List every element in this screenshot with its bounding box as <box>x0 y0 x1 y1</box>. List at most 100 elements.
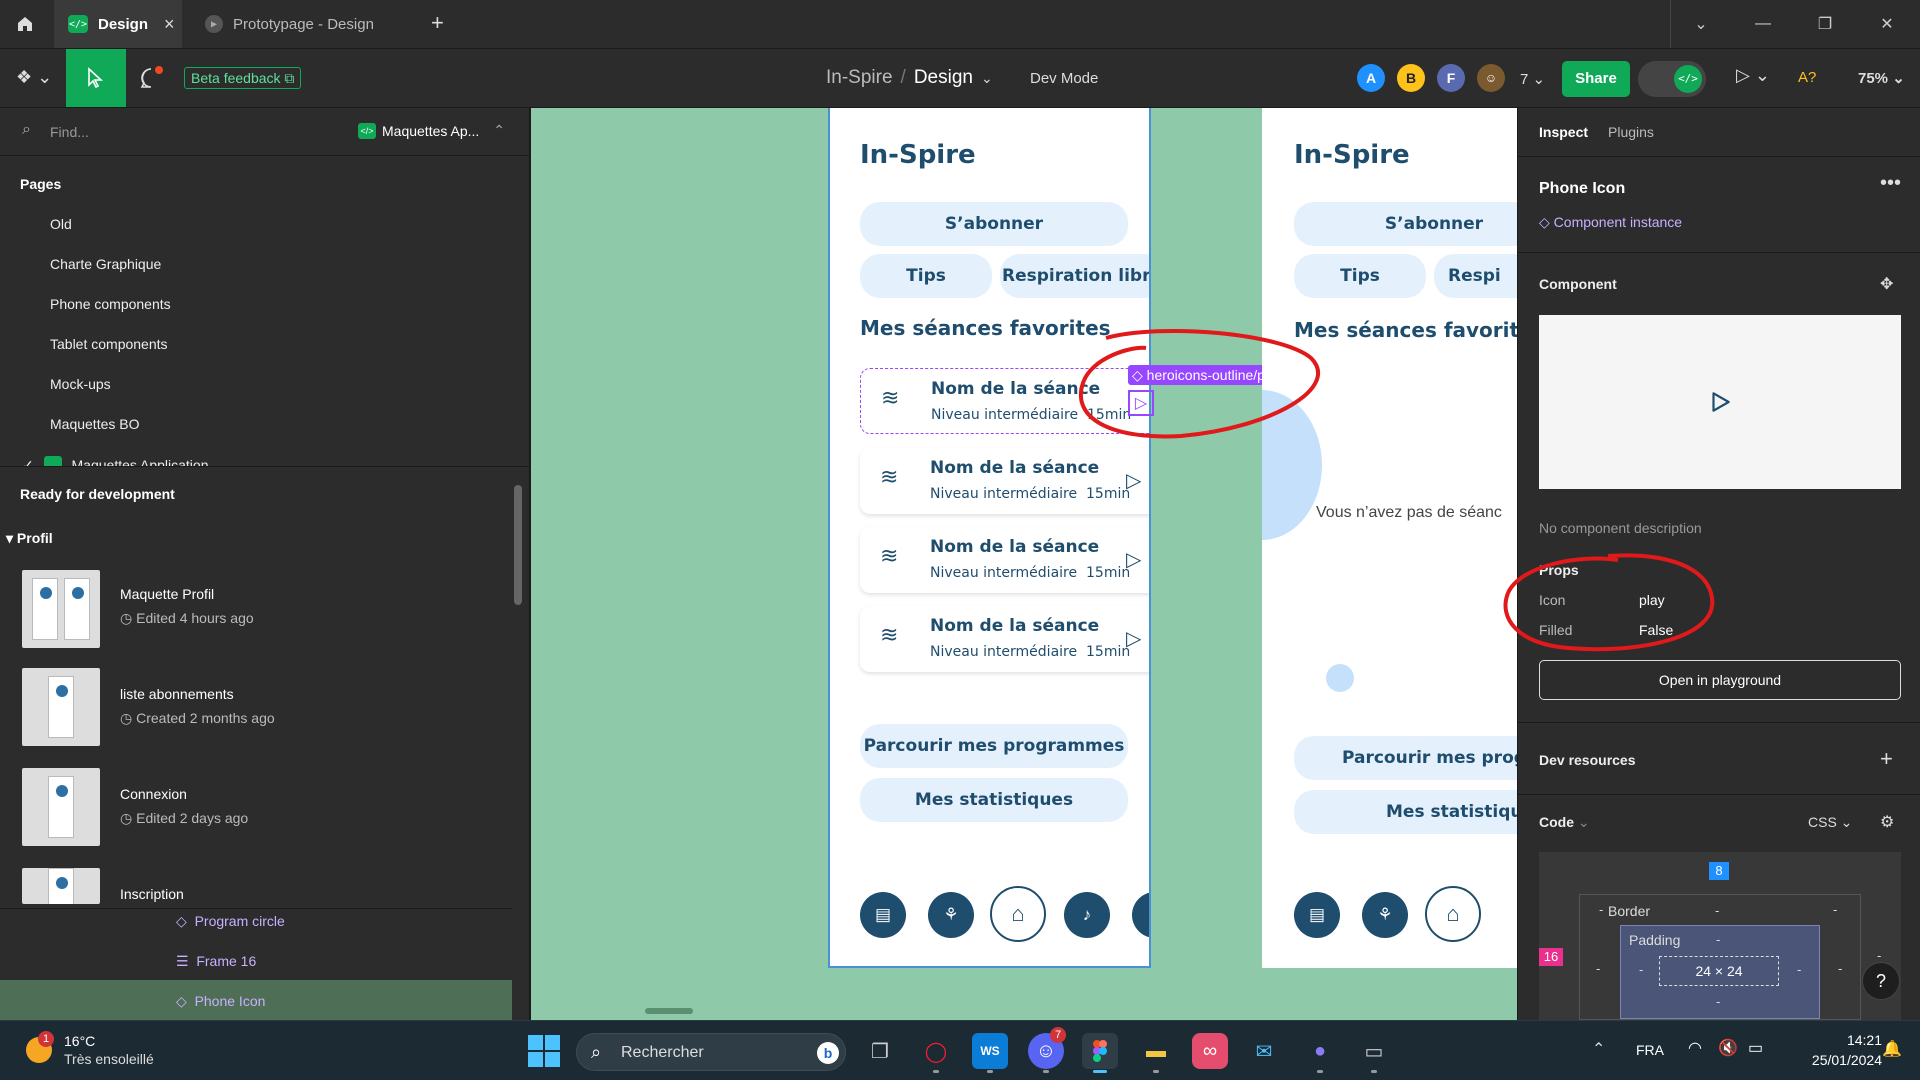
layer-item[interactable]: ☰ Frame 16 <box>176 953 256 970</box>
opera-icon[interactable]: ◯ <box>918 1033 954 1073</box>
figma-icon[interactable] <box>1082 1033 1118 1073</box>
tab-design[interactable]: </> Design × <box>54 0 182 48</box>
discord-icon[interactable]: ☺ 7 <box>1028 1027 1066 1073</box>
layer-item[interactable]: ◇ Program circle <box>176 913 285 930</box>
play-icon[interactable]: ▷ <box>1126 547 1141 572</box>
frame-thumbnail[interactable] <box>22 668 100 746</box>
subscribe-button[interactable]: S’abonner <box>1294 202 1517 246</box>
code-header[interactable]: Code ⌄ <box>1539 814 1590 831</box>
close-icon[interactable]: × <box>164 14 175 35</box>
help-button[interactable]: ? <box>1862 962 1900 1000</box>
search-bar[interactable]: ⌕ Find... </> Maquettes Ap... ⌃ <box>0 108 530 156</box>
code-language-select[interactable]: CSS ⌄ <box>1808 814 1852 831</box>
comment-icon[interactable] <box>138 65 164 91</box>
session-card[interactable]: ≋ Nom de la séance Niveau intermédiaire … <box>860 527 1149 593</box>
restore-button[interactable]: ❐ <box>1794 0 1856 48</box>
frame-title[interactable]: Connexion <box>120 786 187 802</box>
frame-title[interactable]: Maquette Profil <box>120 586 214 602</box>
new-tab-button[interactable]: + <box>431 10 444 36</box>
stats-button[interactable]: Mes statistique <box>1294 790 1517 834</box>
page-item[interactable]: Old <box>50 216 72 232</box>
font-icon[interactable]: A? <box>1798 69 1816 86</box>
webstorm-icon[interactable]: WS <box>972 1033 1008 1073</box>
language-indicator[interactable]: FRA <box>1636 1042 1664 1058</box>
canvas[interactable]: In-Spire S’abonner Tips Respiration libr… <box>531 108 1517 1020</box>
playground-button[interactable]: Open in playground <box>1539 660 1901 700</box>
clock-date[interactable]: 25/01/2024 <box>1786 1052 1882 1068</box>
avatar[interactable]: A <box>1357 64 1385 92</box>
breathing-button[interactable]: Respi <box>1434 254 1517 298</box>
frame-thumbnail[interactable] <box>22 868 100 904</box>
sound-icon[interactable]: ♪ <box>1064 892 1110 938</box>
play-icon[interactable]: ▷ <box>1126 626 1141 651</box>
tab-plugins[interactable]: Plugins <box>1608 124 1654 140</box>
dev-mode-toggle[interactable]: </> <box>1638 61 1706 97</box>
section-profil[interactable]: ▾ Profil <box>6 530 53 547</box>
page-item[interactable]: Mock-ups <box>50 376 111 392</box>
tab-prototype[interactable]: ▶ Prototypage - Design <box>195 0 415 48</box>
creative-cloud-icon[interactable]: ∞ <box>1192 1033 1228 1069</box>
document-icon[interactable]: ▤ <box>1294 892 1340 938</box>
home-icon[interactable]: ⌂ <box>1425 886 1481 942</box>
figma-menu-icon[interactable]: ❖ ⌄ <box>16 67 52 88</box>
close-window-button[interactable]: ✕ <box>1856 0 1918 48</box>
page-item-active[interactable]: ✓ Maquettes Application <box>22 456 302 466</box>
home-icon[interactable]: ⌂ <box>990 886 1046 942</box>
file-explorer-icon[interactable]: ▬ <box>1138 1033 1174 1073</box>
play-icon[interactable]: ▷ <box>1126 468 1141 493</box>
subscribe-button[interactable]: S’abonner <box>860 202 1128 246</box>
tips-button[interactable]: Tips <box>1294 254 1426 298</box>
mail-icon[interactable]: ✉ <box>1246 1033 1282 1069</box>
home-icon[interactable] <box>12 12 38 36</box>
tab-inspect[interactable]: Inspect <box>1539 124 1588 140</box>
stats-button[interactable]: Mes statistiques <box>860 778 1128 822</box>
task-view-icon[interactable]: ❐ <box>862 1033 898 1069</box>
component-settings-icon[interactable]: ✥ <box>1880 274 1893 294</box>
weather-widget[interactable]: 1 16°C Très ensoleillé <box>26 1031 176 1071</box>
dev-mode-label[interactable]: Dev Mode <box>1030 70 1098 87</box>
document-icon[interactable]: ▤ <box>860 892 906 938</box>
profile-icon[interactable]: ☺ <box>1132 892 1149 938</box>
avatar[interactable]: ☺ <box>1477 64 1505 92</box>
scrollbar-thumb[interactable] <box>514 485 522 605</box>
user-count[interactable]: 7 ⌄ <box>1520 70 1545 88</box>
volume-muted-icon[interactable]: 🔇 <box>1718 1038 1738 1058</box>
breathing-button[interactable]: Respiration libre <box>1000 254 1149 298</box>
phone-frame[interactable]: In-Spire S’abonner Tips Respi Mes séance… <box>1262 108 1517 968</box>
minimize-button[interactable]: — <box>1732 0 1794 48</box>
avatar[interactable]: B <box>1397 64 1425 92</box>
session-card[interactable]: ≋ Nom de la séance Niveau intermédiaire … <box>860 448 1149 514</box>
search-input[interactable]: Find... <box>50 124 89 140</box>
file-switcher[interactable]: </> Maquettes Ap... ⌃ <box>358 122 505 139</box>
add-resource-icon[interactable]: + <box>1880 746 1893 772</box>
clock-time[interactable]: 14:21 <box>1828 1032 1882 1048</box>
page-item[interactable]: Tablet components <box>50 336 168 352</box>
beta-feedback-button[interactable]: Beta feedback ⧉ <box>184 67 302 89</box>
frame-title[interactable]: liste abonnements <box>120 686 234 702</box>
programs-button[interactable]: Parcourir mes progra <box>1294 736 1517 780</box>
canvas-scrollbar[interactable] <box>645 1008 693 1014</box>
chevron-down-icon[interactable]: ⌄ <box>981 70 993 87</box>
app-icon[interactable]: ● <box>1302 1033 1338 1073</box>
frame-thumbnail[interactable] <box>22 768 100 846</box>
page-item[interactable]: Phone components <box>50 296 171 312</box>
wifi-icon[interactable]: ◠ <box>1688 1038 1702 1058</box>
breadcrumb-project[interactable]: In-Spire <box>826 67 893 89</box>
lungs-icon[interactable]: ⚘ <box>1362 892 1408 938</box>
frame-title[interactable]: Inscription <box>120 886 184 902</box>
notification-icon[interactable]: 🔔 <box>1882 1039 1902 1059</box>
tips-button[interactable]: Tips <box>860 254 992 298</box>
page-item[interactable]: Maquettes BO <box>50 416 140 432</box>
layer-item[interactable]: ◇ Phone Icon <box>176 993 265 1010</box>
breadcrumb-file[interactable]: Design <box>914 67 973 89</box>
chevron-down-icon[interactable]: ⌄ <box>1670 0 1732 48</box>
avatar[interactable]: F <box>1437 64 1465 92</box>
zoom-control[interactable]: 75% ⌄ <box>1858 69 1905 87</box>
code-settings-icon[interactable]: ⚙ <box>1880 812 1894 832</box>
start-button[interactable] <box>528 1035 560 1067</box>
chevron-up-icon[interactable]: ⌃ <box>1592 1039 1605 1059</box>
page-item[interactable]: Charte Graphique <box>50 256 161 272</box>
battery-icon[interactable]: ▭ <box>1748 1038 1763 1058</box>
component-instance-link[interactable]: ◇ Component instance <box>1539 214 1682 231</box>
select-tool-button[interactable] <box>66 49 126 107</box>
